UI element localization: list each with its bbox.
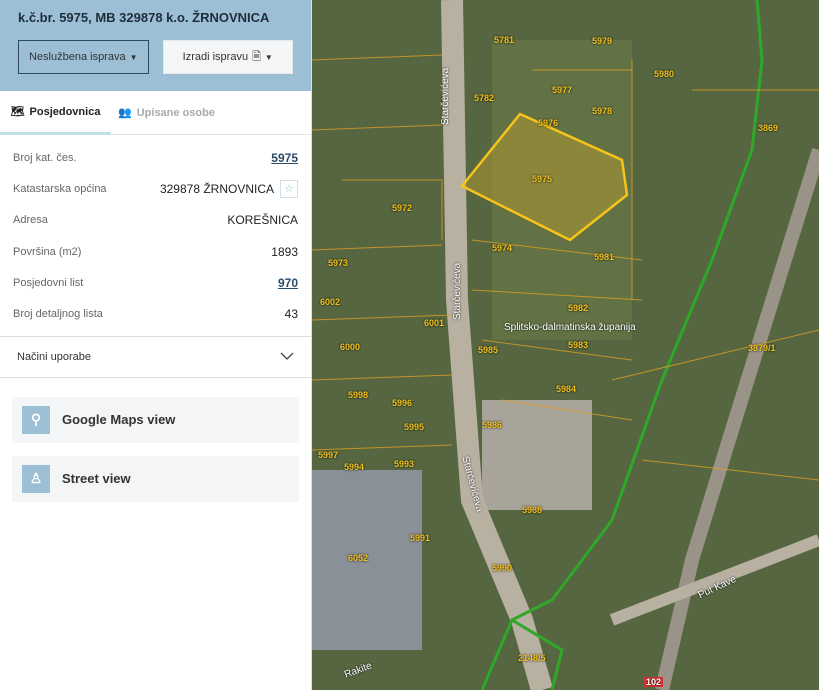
parcel-label: 5994 — [344, 462, 365, 472]
parcel-label: 6001 — [424, 318, 445, 328]
parcel-label: 5781 — [494, 35, 515, 45]
detail-label: Posjedovni list — [13, 276, 84, 289]
parcel-label: 6000 — [340, 342, 361, 352]
parcel-label: 5978 — [592, 106, 613, 116]
document-icon: 🗎 — [252, 50, 261, 63]
parcel-label: 5976 — [538, 118, 559, 128]
parcel-label: 2148/5 — [518, 653, 546, 663]
parcel-label: 5782 — [474, 93, 495, 103]
detail-label: Broj kat. čes. — [13, 151, 77, 164]
detail-value: 1893 — [271, 244, 298, 259]
parcel-label: 5982 — [568, 303, 589, 313]
street-label: Starčevićeva — [452, 262, 463, 320]
caret-down-icon: ▼ — [129, 52, 138, 62]
parcel-label: 5973 — [328, 258, 349, 268]
parcel-label: 6002 — [320, 297, 341, 307]
parcel-label: 5974 — [492, 243, 513, 253]
possession-list-link[interactable]: 970 — [278, 276, 298, 290]
parcel-label: 5980 — [654, 69, 675, 79]
parcel-label: 5975 — [532, 174, 553, 184]
detail-value: 329878 ŽRNOVNICA — [159, 181, 274, 196]
map-view[interactable]: 5975 5974 5981 5982 5983 5984 5985 5986 … — [312, 0, 819, 690]
parcel-label: 5981 — [594, 252, 615, 262]
detail-row: Broj detaljnog lista 43 — [0, 298, 311, 329]
button-label: Izradi ispravu — [182, 51, 249, 63]
parcel-number-link[interactable]: 5975 — [271, 151, 298, 165]
detail-row: Broj kat. čes. 5975 — [0, 142, 311, 173]
parcel-label: 3869 — [758, 123, 779, 133]
parcel-label: 5983 — [568, 340, 589, 350]
accordion-label: Načini uporabe — [17, 350, 91, 363]
map-overlay — [312, 0, 819, 690]
parcel-label: 3879/1 — [748, 343, 776, 353]
page-title: k.č.br. 5975, MB 329878 k.o. ŽRNOVNICA — [18, 10, 270, 25]
parcel-label: 102 — [644, 677, 664, 687]
link-label: Google Maps view — [62, 412, 176, 428]
street-label: Starčevićeva — [440, 67, 451, 125]
parcel-label: 5986 — [482, 420, 503, 430]
parcel-label: 5990 — [492, 563, 513, 573]
caret-down-icon: ▼ — [264, 52, 273, 62]
detail-row: Površina (m2) 1893 — [0, 236, 311, 267]
google-maps-view-button[interactable]: ⚲ Google Maps view — [12, 396, 299, 443]
detail-label: Adresa — [13, 214, 48, 227]
tab-label: Posjedovnica — [29, 105, 101, 118]
parcel-label: 5985 — [478, 345, 499, 355]
parcel-label: 6052 — [348, 553, 369, 563]
unofficial-document-button[interactable]: Neslužbena isprava ▼ — [18, 40, 149, 74]
parcel-label: 5984 — [556, 384, 577, 394]
parcel-label: 5979 — [592, 36, 613, 46]
star-icon[interactable]: ☆ — [280, 179, 298, 198]
detail-label: Katastarska općina — [13, 182, 107, 195]
detail-row: Adresa KOREŠNICA — [0, 205, 311, 236]
parcel-label: 5988 — [522, 505, 543, 515]
parcel-label: 5993 — [394, 459, 415, 469]
tab-upisane-osobe[interactable]: 👥 Upisane osobe — [111, 91, 222, 134]
street-view-button[interactable]: ♙ Street view — [12, 455, 299, 502]
detail-row: Katastarska općina 329878 ŽRNOVNICA ☆ — [0, 173, 311, 204]
street-view-icon: ♙ — [22, 464, 50, 493]
create-document-button[interactable]: Izradi ispravu 🗎 ▼ — [162, 40, 293, 74]
detail-label: Broj detaljnog lista — [13, 308, 103, 321]
parcel-panel: k.č.br. 5975, MB 329878 k.o. ŽRNOVNICA N… — [0, 0, 312, 690]
parcel-label: 5991 — [410, 533, 431, 543]
county-label: Splitsko-dalmatinska županija — [504, 322, 636, 333]
parcel-label: 5972 — [392, 203, 413, 213]
detail-value: KOREŠNICA — [227, 213, 298, 228]
parcel-label: 5997 — [318, 450, 339, 460]
button-label: Neslužbena isprava — [28, 51, 126, 63]
parcel-label: 5998 — [348, 390, 369, 400]
detail-row: Posjedovni list 970 — [0, 267, 311, 298]
link-label: Street view — [62, 471, 131, 487]
tab-label: Upisane osobe — [136, 106, 215, 119]
location-pin-icon: ⚲ — [22, 405, 50, 434]
parcel-label: 5977 — [552, 85, 573, 95]
tabs: 🗺 Posjedovnica 👥 Upisane osobe — [0, 91, 311, 135]
tab-posjedovnica[interactable]: 🗺 Posjedovnica — [0, 91, 111, 135]
usage-accordion[interactable]: Načini uporabe — [0, 335, 311, 378]
details-list: Broj kat. čes. 5975 Katastarska općina 329… — [0, 135, 311, 330]
panel-header: k.č.br. 5975, MB 329878 k.o. ŽRNOVNICA N… — [0, 0, 311, 91]
parcel-label: 5995 — [404, 422, 425, 432]
detail-label: Površina (m2) — [13, 245, 82, 258]
people-icon: 👥 — [118, 107, 132, 119]
detail-value: 43 — [284, 307, 298, 322]
chevron-down-icon — [280, 351, 294, 363]
map-icon: 🗺 — [10, 106, 25, 118]
parcel-label: 5996 — [392, 398, 413, 408]
